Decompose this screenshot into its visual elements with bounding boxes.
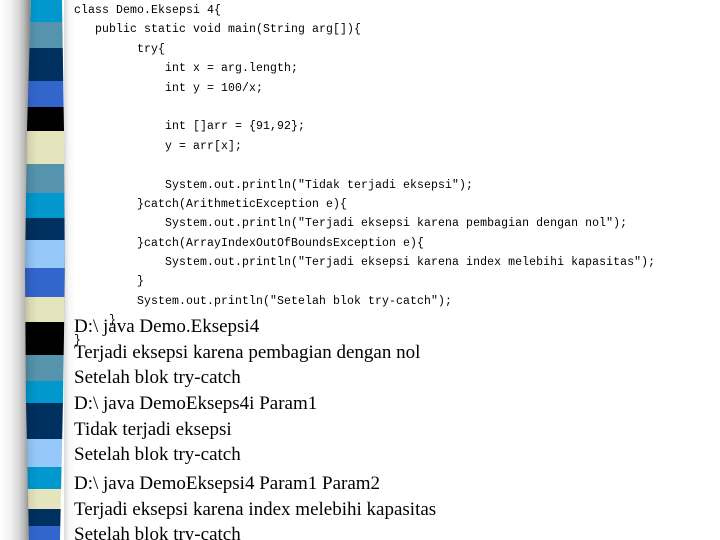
console-output-run-one-argument: D:\ java DemoEkseps4i Param1 Tidak terjad… xyxy=(74,391,317,468)
code-line: int x = arg.length; xyxy=(74,62,299,76)
code-line: try{ xyxy=(74,42,166,56)
console-output-run-two-arguments: D:\ java DemoEksepsi4 Param1 Param2 Terja… xyxy=(74,471,436,540)
java-code-listing: class Demo.Eksepsi 4{ public static void… xyxy=(74,1,714,350)
code-line: System.out.println("Terjadi eksepsi kare… xyxy=(74,256,656,270)
slide-canvas: class Demo.Eksepsi 4{ public static void… xyxy=(0,0,720,540)
console-output-line: Tidak terjadi eksepsi xyxy=(74,418,232,440)
console-output-line: D:\ java Demo.Eksepsi4 xyxy=(74,316,260,337)
console-output-line: Terjadi eksepsi karena pembagian dengan … xyxy=(74,341,421,363)
code-line: System.out.println("Tidak terjadi ekseps… xyxy=(74,178,474,192)
console-output-line: Setelah blok try-catch xyxy=(74,444,241,466)
console-output-line: Setelah blok try-catch xyxy=(74,367,241,389)
code-line: int []arr = {91,92}; xyxy=(74,120,306,134)
code-line: y = arr[x]; xyxy=(74,139,243,153)
console-output-line: Terjadi eksepsi karena index melebihi ka… xyxy=(74,498,437,520)
console-output-line: D:\ java DemoEksepsi4 Param1 Param2 xyxy=(74,473,381,494)
console-output-line: Setelah blok try-catch xyxy=(74,524,241,540)
console-output-run-no-arguments: D:\ java Demo.Eksepsi4 Terjadi eksepsi ka… xyxy=(74,314,420,391)
code-line: public static void main(String arg[]){ xyxy=(74,23,362,37)
code-line: System.out.println("Terjadi eksepsi kare… xyxy=(74,217,628,231)
code-line: } xyxy=(74,275,145,289)
console-output-line: D:\ java DemoEkseps4i Param1 xyxy=(74,393,318,414)
code-line: }catch(ArithmeticException e){ xyxy=(74,197,348,211)
code-line: }catch(ArrayIndexOutOfBoundsException e)… xyxy=(74,236,425,250)
code-line: class Demo.Eksepsi 4{ xyxy=(74,4,222,17)
decorative-color-band xyxy=(0,0,76,540)
code-line: int y = 100/x; xyxy=(74,81,264,95)
code-line: System.out.println("Setelah blok try-cat… xyxy=(74,294,453,308)
